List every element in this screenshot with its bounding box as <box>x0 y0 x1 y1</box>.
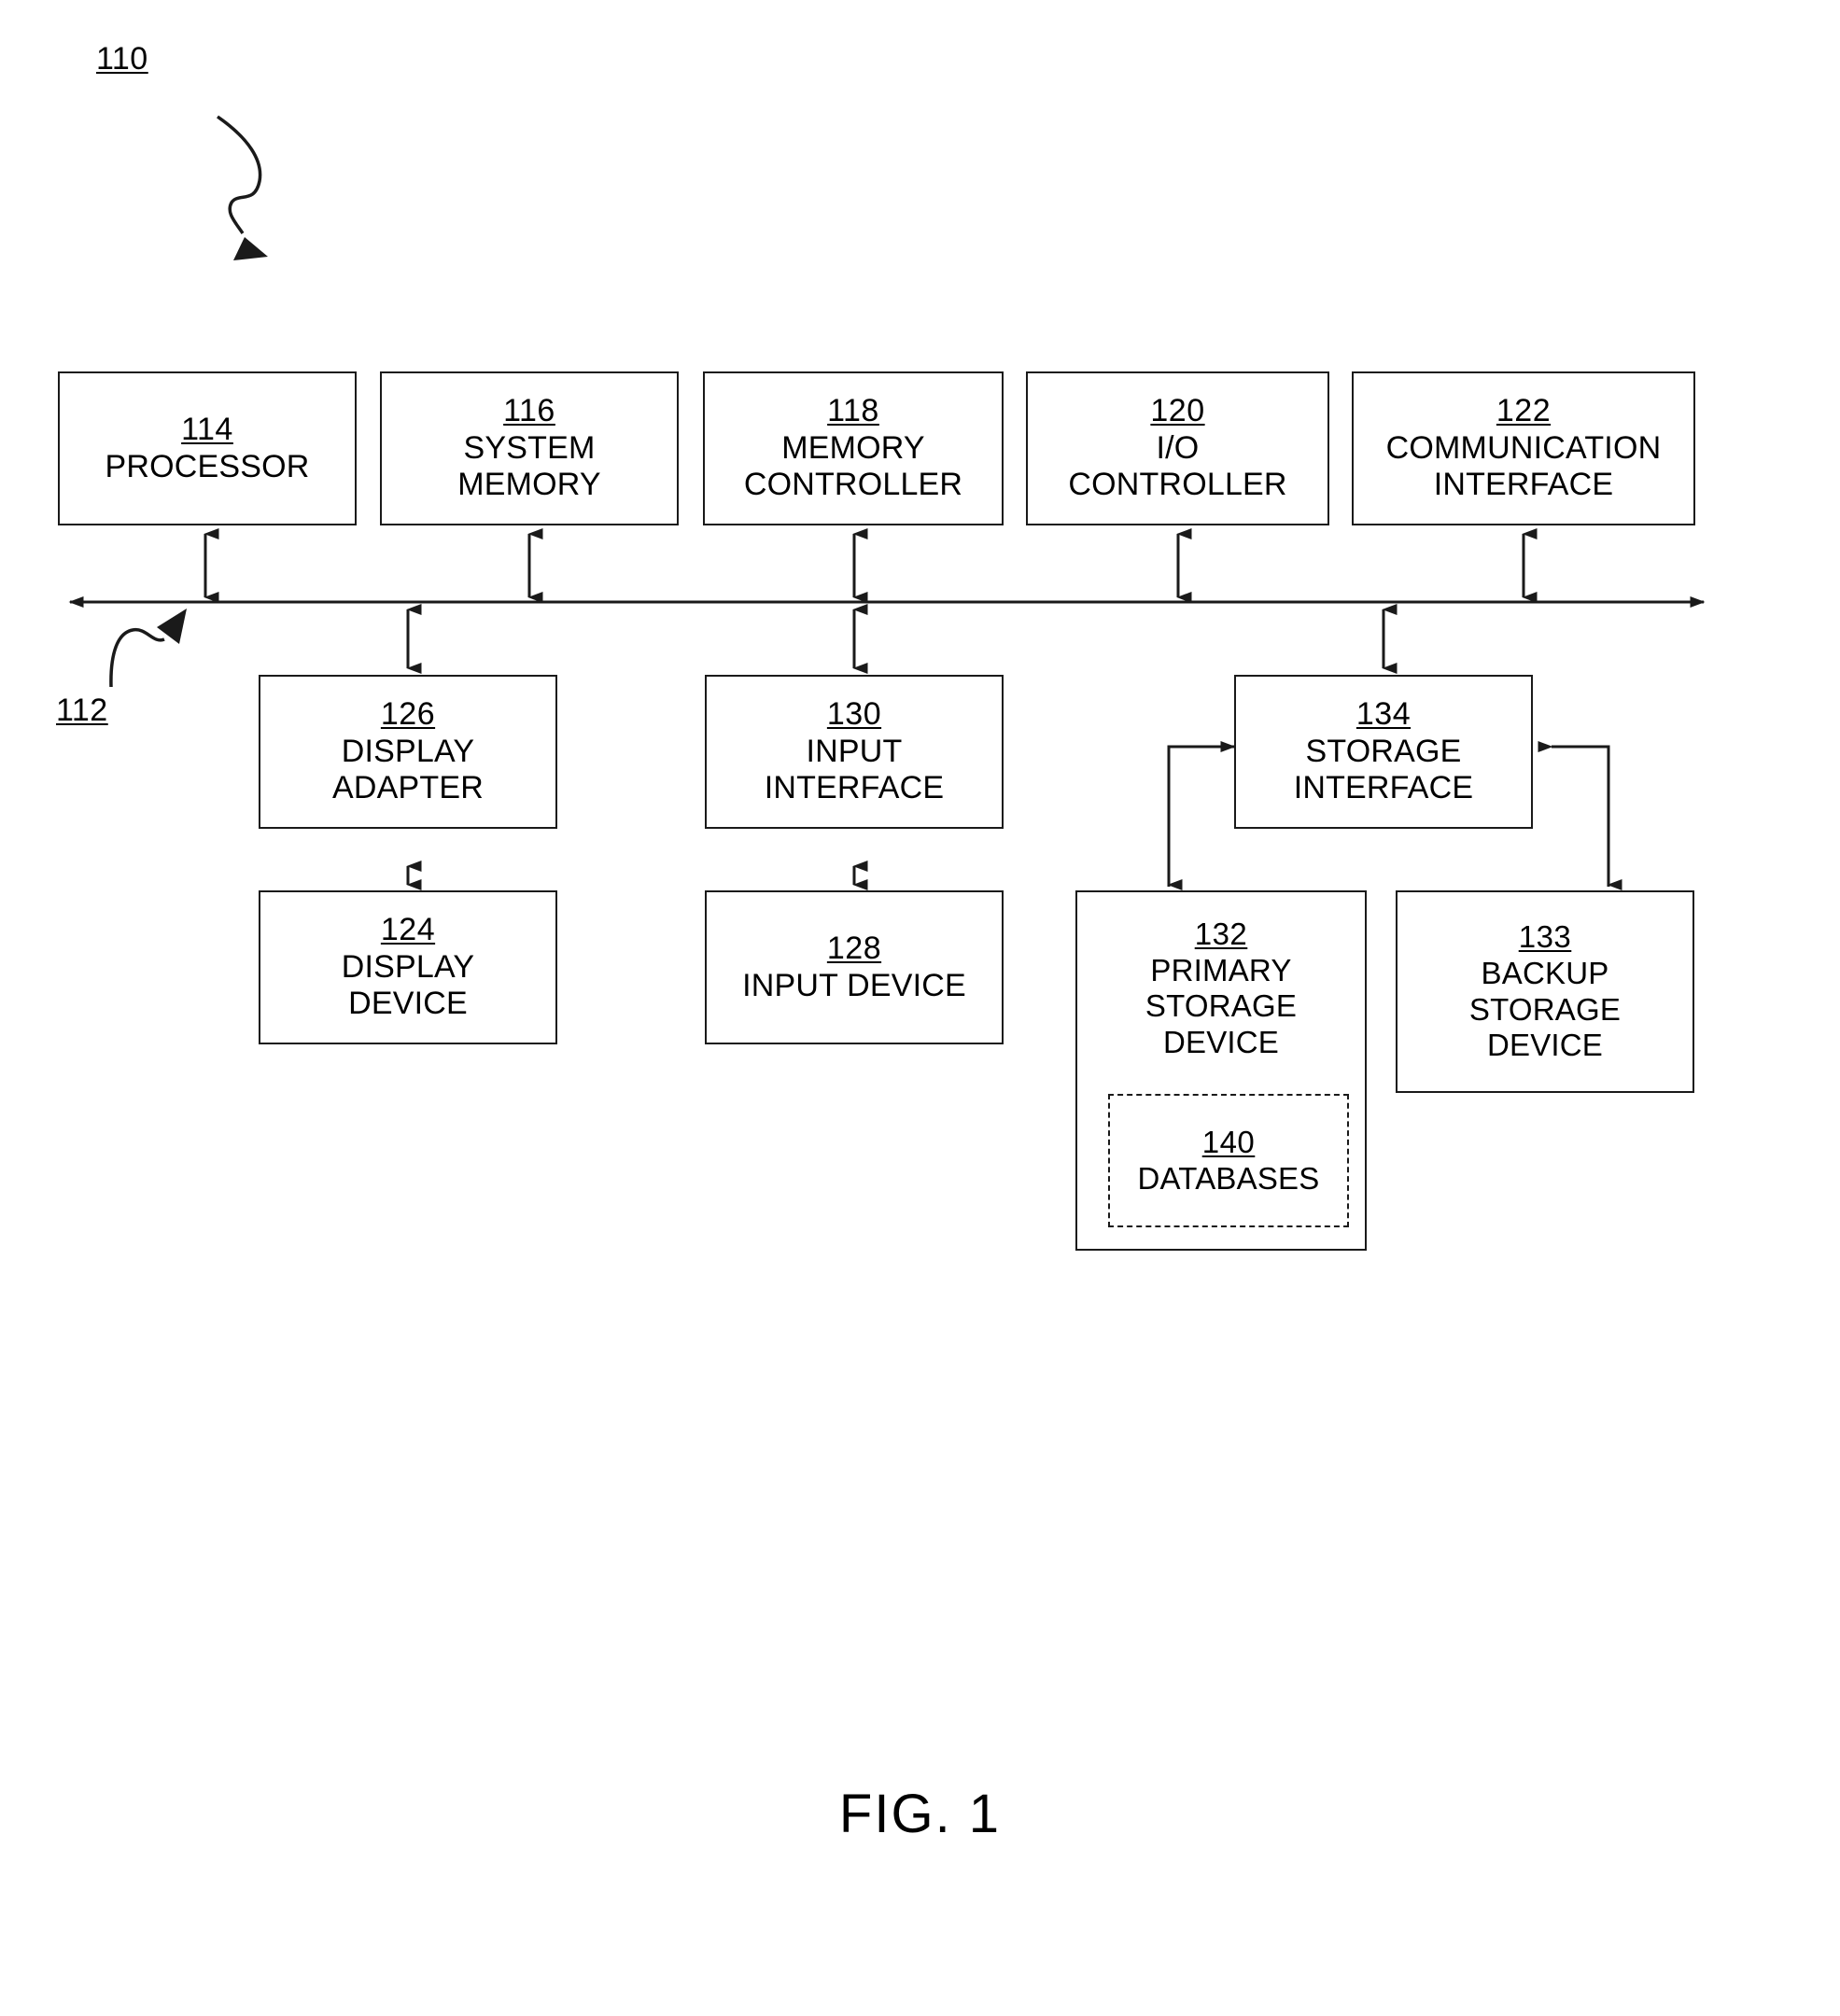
block-backup-storage-device-label: BACKUP STORAGE DEVICE <box>1468 955 1622 1063</box>
block-input-interface-ref: 130 <box>826 695 882 732</box>
block-storage-interface-ref: 134 <box>1355 695 1412 732</box>
block-memory-controller-label: MEMORY CONTROLLER <box>743 429 963 503</box>
block-system-memory[interactable]: 116 SYSTEM MEMORY <box>380 371 679 525</box>
block-input-device[interactable]: 128 INPUT DEVICE <box>705 890 1004 1044</box>
connector-primary-storage-to-storage-interface <box>1167 741 1236 887</box>
block-communication-interface[interactable]: 122 COMMUNICATION INTERFACE <box>1352 371 1695 525</box>
block-display-device-ref: 124 <box>380 911 436 947</box>
block-communication-interface-label: COMMUNICATION INTERFACE <box>1385 429 1662 503</box>
block-display-adapter-ref: 126 <box>380 695 436 732</box>
block-communication-interface-ref: 122 <box>1496 392 1552 428</box>
block-backup-storage-device-ref: 133 <box>1518 919 1572 955</box>
lead-line-system-110 <box>216 115 268 260</box>
block-io-controller[interactable]: 120 I/O CONTROLLER <box>1026 371 1329 525</box>
block-storage-interface-label: STORAGE INTERFACE <box>1293 733 1474 806</box>
block-input-device-label: INPUT DEVICE <box>742 967 966 1003</box>
block-display-device[interactable]: 124 DISPLAY DEVICE <box>259 890 557 1044</box>
block-display-device-label: DISPLAY DEVICE <box>341 948 475 1022</box>
block-databases-label: DATABASES <box>1137 1160 1320 1196</box>
block-databases-ref: 140 <box>1201 1124 1256 1159</box>
reference-numeral-112: 112 <box>56 693 108 728</box>
block-io-controller-ref: 120 <box>1150 392 1205 428</box>
block-processor[interactable]: 114 PROCESSOR <box>58 371 357 525</box>
figure-caption: FIG. 1 <box>838 1784 1002 1844</box>
block-processor-label: PROCESSOR <box>105 448 310 484</box>
reference-numeral-110: 110 <box>96 41 148 77</box>
block-io-controller-label: I/O CONTROLLER <box>1068 429 1287 503</box>
block-processor-ref: 114 <box>181 411 233 447</box>
connector-backup-storage-to-storage-interface <box>1538 741 1610 887</box>
block-display-adapter[interactable]: 126 DISPLAY ADAPTER <box>259 675 557 829</box>
block-system-memory-ref: 116 <box>503 392 555 428</box>
block-input-interface-label: INPUT INTERFACE <box>764 733 945 806</box>
block-input-interface[interactable]: 130 INPUT INTERFACE <box>705 675 1004 829</box>
block-databases[interactable]: 140 DATABASES <box>1108 1094 1349 1227</box>
block-backup-storage-device[interactable]: 133 BACKUP STORAGE DEVICE <box>1396 890 1694 1093</box>
lead-line-bus-112 <box>109 609 187 688</box>
block-system-memory-label: SYSTEM MEMORY <box>457 429 601 503</box>
patent-figure-1: 110 112 114 PROCESSOR 116 SYSTEM MEMORY … <box>0 0 1840 2016</box>
block-storage-interface[interactable]: 134 STORAGE INTERFACE <box>1234 675 1533 829</box>
block-primary-storage-device-label: PRIMARY STORAGE DEVICE <box>1145 952 1298 1059</box>
block-display-adapter-label: DISPLAY ADAPTER <box>332 733 484 806</box>
block-memory-controller-ref: 118 <box>827 392 879 428</box>
block-memory-controller[interactable]: 118 MEMORY CONTROLLER <box>703 371 1004 525</box>
block-primary-storage-device-ref: 132 <box>1194 917 1248 951</box>
block-input-device-ref: 128 <box>826 930 882 966</box>
